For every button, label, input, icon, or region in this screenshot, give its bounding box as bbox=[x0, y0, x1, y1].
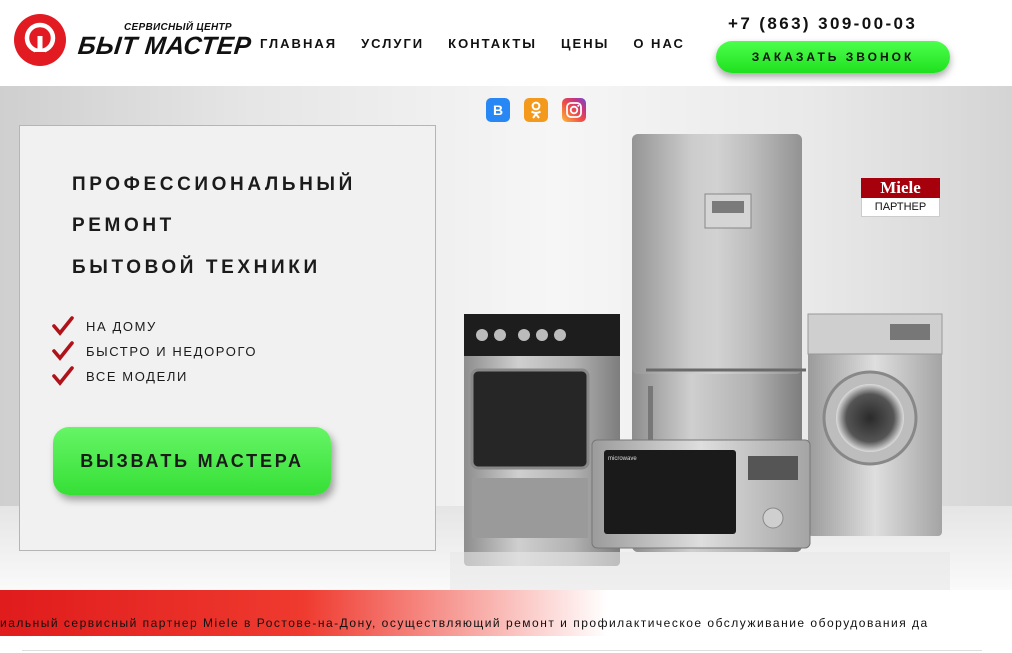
ticker-text: иальный сервисный партнер Miele в Ростов… bbox=[0, 616, 929, 630]
brand-name: БЫТ МАСТЕР bbox=[76, 32, 253, 60]
main-nav: ГЛАВНАЯ УСЛУГИ КОНТАКТЫ ЦЕНЫ О НАС bbox=[260, 36, 685, 51]
announcement-ticker: иальный сервисный партнер Miele в Ростов… bbox=[0, 590, 1012, 636]
feature-item: БЫСТРО И НЕДОРОГО bbox=[52, 341, 257, 361]
vk-icon[interactable]: В bbox=[486, 98, 510, 122]
miele-logo: Miele bbox=[861, 178, 940, 198]
partner-label: ПАРТНЕР bbox=[861, 198, 940, 217]
feature-label: БЫСТРО И НЕДОРОГО bbox=[86, 343, 258, 359]
hero-title-line-1: ПРОФЕССИОНАЛЬНЫЙ bbox=[72, 174, 356, 195]
washing-machine bbox=[807, 313, 943, 536]
nav-item-services[interactable]: УСЛУГИ bbox=[361, 36, 424, 51]
instagram-icon[interactable] bbox=[562, 98, 586, 122]
divider bbox=[22, 650, 982, 651]
logo-emblem-icon bbox=[14, 14, 66, 66]
feature-label: ВСЕ МОДЕЛИ bbox=[86, 368, 188, 384]
feature-item: ВСЕ МОДЕЛИ bbox=[52, 366, 188, 386]
nav-item-home[interactable]: ГЛАВНАЯ bbox=[260, 36, 337, 51]
miele-partner-badge[interactable]: Miele ПАРТНЕР bbox=[861, 178, 940, 217]
feature-item: НА ДОМУ bbox=[52, 316, 157, 336]
microwave-label: microwave bbox=[608, 456, 637, 462]
checkmark-icon bbox=[52, 341, 74, 361]
odnoklassniki-icon[interactable] bbox=[524, 98, 548, 122]
phone-number[interactable]: +7 (863) 309-00-03 bbox=[728, 14, 917, 34]
hero-title-line-2: РЕМОНТ bbox=[72, 215, 175, 236]
call-master-button[interactable]: ВЫЗВАТЬ МАСТЕРА bbox=[53, 427, 331, 495]
brand-logo[interactable]: СЕРВИСНЫЙ ЦЕНТР БЫТ МАСТЕР bbox=[14, 14, 253, 70]
checkmark-icon bbox=[52, 316, 74, 336]
microwave: microwave bbox=[591, 439, 811, 549]
checkmark-icon bbox=[52, 366, 74, 386]
hero-title-line-3: БЫТОВОЙ ТЕХНИКИ bbox=[72, 257, 321, 278]
nav-item-contacts[interactable]: КОНТАКТЫ bbox=[448, 36, 537, 51]
site-header: СЕРВИСНЫЙ ЦЕНТР БЫТ МАСТЕР ГЛАВНАЯ УСЛУГ… bbox=[0, 0, 1012, 86]
order-callback-button[interactable]: ЗАКАЗАТЬ ЗВОНОК bbox=[716, 41, 950, 73]
nav-item-about[interactable]: О НАС bbox=[633, 36, 685, 51]
hero-offer-panel: ПРОФЕССИОНАЛЬНЫЙ РЕМОНТ БЫТОВОЙ ТЕХНИКИ … bbox=[19, 125, 436, 551]
social-links: В bbox=[486, 98, 586, 122]
hero-section: В ПРОФЕССИОНАЛЬНЫЙ РЕМОНТ БЫТОВОЙ ТЕХНИК… bbox=[0, 86, 1012, 590]
feature-label: НА ДОМУ bbox=[86, 318, 157, 334]
nav-item-prices[interactable]: ЦЕНЫ bbox=[561, 36, 609, 51]
